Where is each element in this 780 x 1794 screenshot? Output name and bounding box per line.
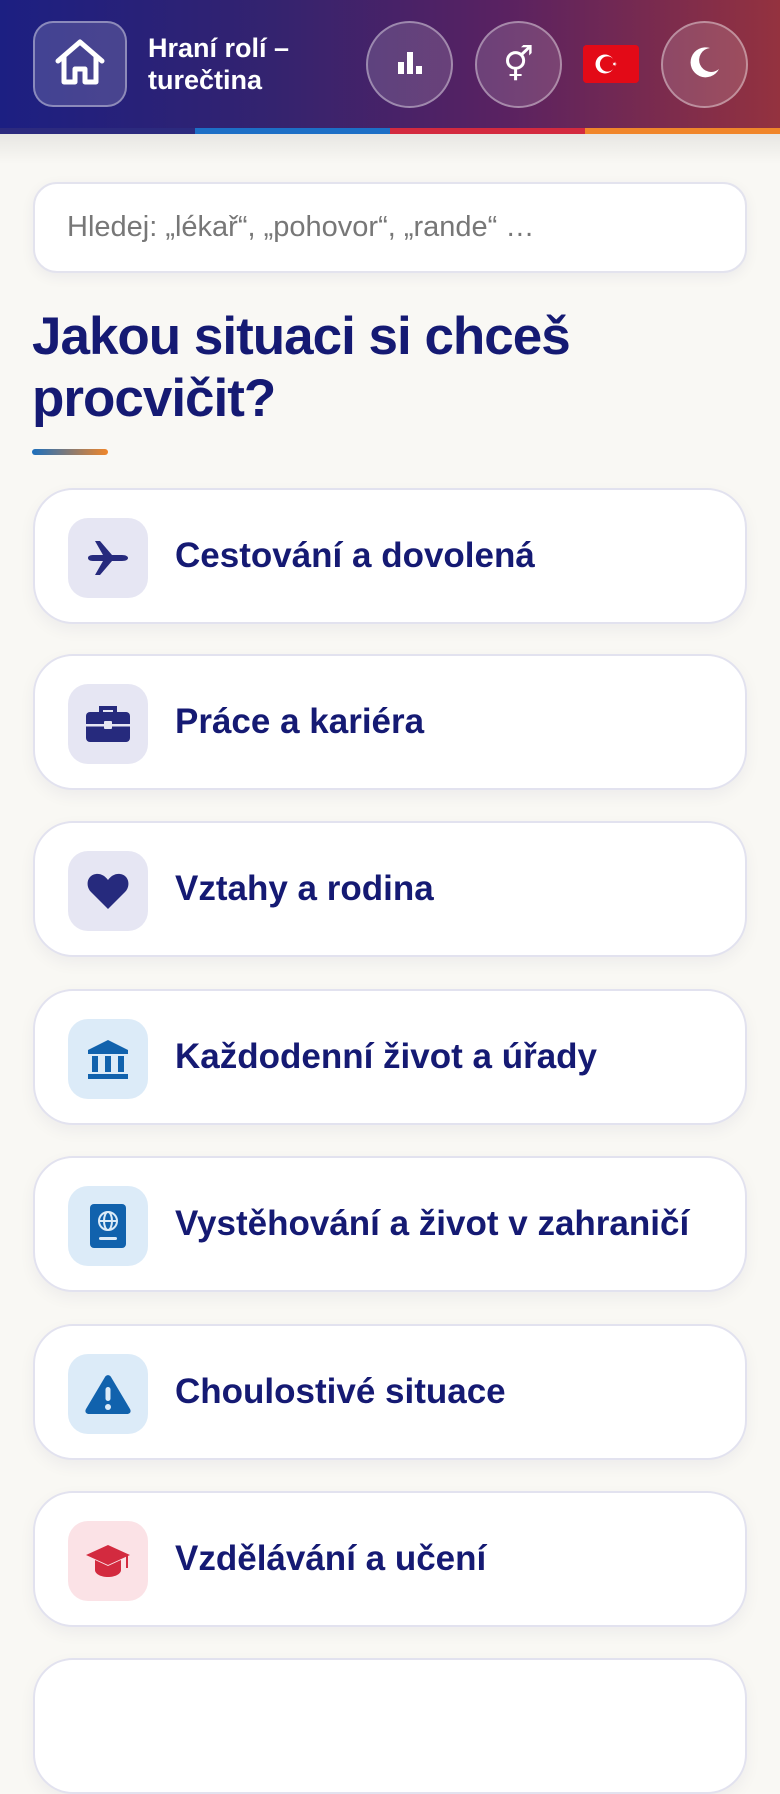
app-header: Hraní rolí – turečtina ⚥ xyxy=(0,0,780,128)
turkey-flag[interactable] xyxy=(583,45,639,83)
bar-chart-icon xyxy=(397,50,423,79)
category-card-relationships[interactable]: Vztahy a rodina xyxy=(33,821,747,957)
search-input[interactable] xyxy=(33,182,747,273)
category-label: Vztahy a rodina xyxy=(175,869,434,908)
category-card-work[interactable]: Práce a kariéra xyxy=(33,654,747,790)
home-button[interactable] xyxy=(33,21,127,107)
passport-icon xyxy=(68,1186,148,1266)
briefcase-icon xyxy=(68,684,148,764)
statistics-button[interactable] xyxy=(366,21,453,108)
category-label: Cestování a dovolená xyxy=(175,536,535,575)
category-card-emigration[interactable]: Vystěhování a život v zahraničí xyxy=(33,1156,747,1292)
moon-icon xyxy=(688,45,722,84)
app-title: Hraní rolí – turečtina xyxy=(148,33,290,95)
category-label: Práce a kariéra xyxy=(175,702,425,741)
category-card-travel[interactable]: Cestování a dovolená xyxy=(33,488,747,624)
category-card-daily-life[interactable]: Každodenní život a úřady xyxy=(33,989,747,1125)
home-icon xyxy=(53,37,107,92)
category-label: Každodenní život a úřady xyxy=(175,1037,597,1076)
heart-icon xyxy=(68,851,148,931)
graduation-cap-icon xyxy=(68,1521,148,1601)
gender-icon: ⚥ xyxy=(503,44,534,85)
warning-icon xyxy=(68,1354,148,1434)
page-title: Jakou situaci si chceš procvičit? xyxy=(32,307,571,428)
theme-toggle-button[interactable] xyxy=(661,21,748,108)
category-card-sensitive[interactable]: Choulostivé situace xyxy=(33,1324,747,1460)
gender-button[interactable]: ⚥ xyxy=(475,21,562,108)
category-label: Vzdělávání a učení xyxy=(175,1539,487,1578)
category-label: Choulostivé situace xyxy=(175,1372,506,1411)
category-label: Vystěhování a život v zahraničí xyxy=(175,1204,690,1243)
category-card-education[interactable]: Vzdělávání a učení xyxy=(33,1491,747,1627)
category-card-partial[interactable] xyxy=(33,1658,747,1794)
bank-icon xyxy=(68,1019,148,1099)
title-underline xyxy=(32,449,108,455)
plane-icon xyxy=(68,518,148,598)
